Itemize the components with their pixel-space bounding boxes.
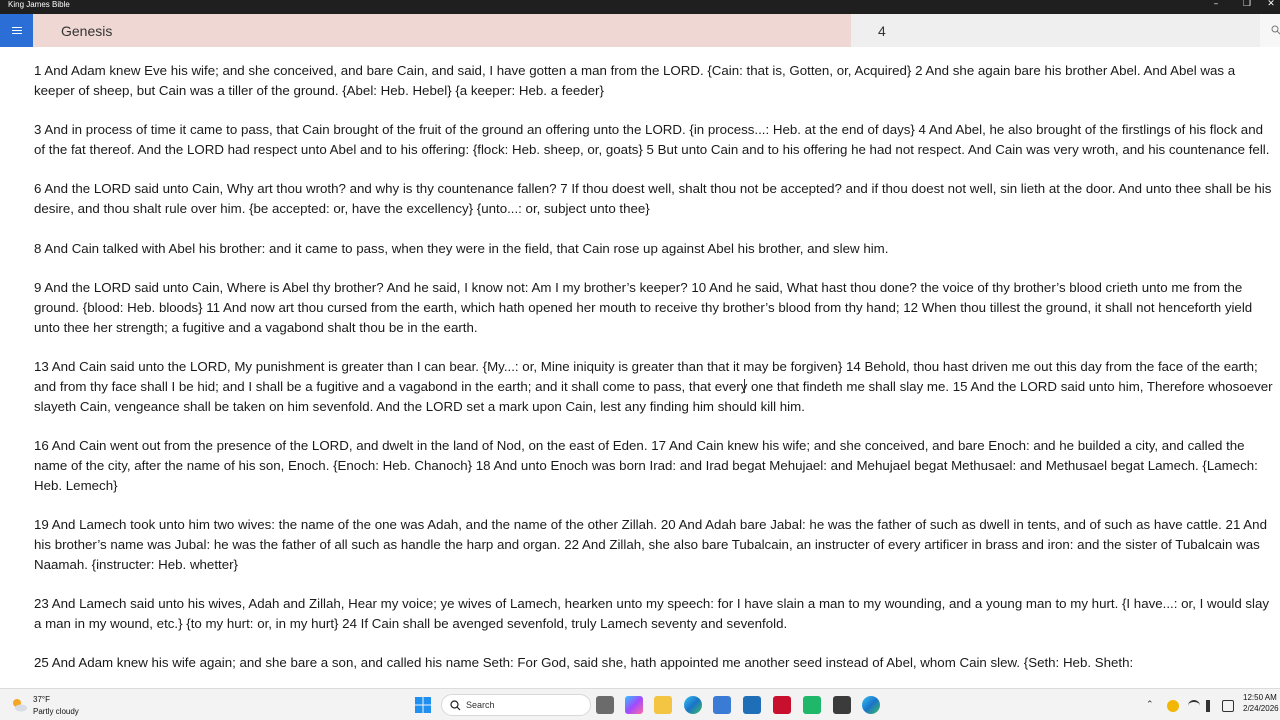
taskbar-search[interactable]: Search <box>441 694 591 716</box>
edge-browser-icon[interactable] <box>862 696 880 714</box>
mcafee-icon[interactable] <box>773 696 791 714</box>
copilot-icon[interactable] <box>625 696 643 714</box>
restore-button[interactable]: ❐ <box>1233 0 1261 10</box>
dell-app-icon[interactable] <box>743 696 761 714</box>
clock-time: 12:50 AM <box>1243 693 1277 702</box>
taskbar: 37°F Partly cloudy Search ⌃ 12:50 AM 2/2… <box>0 688 1280 720</box>
chapter-text[interactable]: 1 And Adam knew Eve his wife; and she co… <box>34 61 1274 688</box>
file-explorer-icon[interactable] <box>654 696 672 714</box>
verse-paragraph: 1 And Adam knew Eve his wife; and she co… <box>34 63 1236 98</box>
green-app-icon[interactable] <box>803 696 821 714</box>
microphone-icon[interactable] <box>1167 700 1179 712</box>
verse-paragraph: 25 And Adam knew his wife again; and she… <box>34 655 1134 671</box>
app-title: King James Bible <box>8 0 70 9</box>
close-button[interactable]: ✕ <box>1262 0 1280 10</box>
weather-temperature: 37°F <box>33 695 50 704</box>
weather-condition: Partly cloudy <box>33 707 79 716</box>
verse-paragraph: 8 And Cain talked with Abel his brother:… <box>34 240 889 256</box>
hamburger-menu-icon[interactable] <box>0 14 33 47</box>
book-name: Genesis <box>61 23 113 39</box>
battery-icon[interactable] <box>1222 700 1234 712</box>
chapter-selector[interactable]: 4 <box>851 14 1260 47</box>
start-button[interactable] <box>414 696 432 714</box>
verse-paragraph: 3 And in process of time it came to pass… <box>34 122 1270 157</box>
minimize-button[interactable]: – <box>1202 0 1230 10</box>
clock[interactable]: 12:50 AM 2/24/2026 <box>1243 693 1280 715</box>
verse-paragraph: 16 And Cain went out from the presence o… <box>34 437 1258 493</box>
clock-date: 2/24/2026 <box>1243 704 1279 713</box>
bible-app-icon[interactable] <box>833 696 851 714</box>
volume-icon[interactable] <box>1206 700 1218 712</box>
task-view-icon[interactable] <box>596 696 614 714</box>
search-icon <box>450 700 461 711</box>
verse-paragraph: 19 And Lamech took unto him two wives: t… <box>34 516 1267 572</box>
windows-start-icon <box>415 697 431 713</box>
search-placeholder: Search <box>466 700 495 710</box>
verse-paragraph: 6 And the LORD said unto Cain, Why art t… <box>34 181 1272 217</box>
chevron-up-icon[interactable]: ⌃ <box>1146 700 1158 712</box>
chapter-number: 4 <box>878 23 886 39</box>
edge-browser-icon[interactable] <box>684 696 702 714</box>
title-bar: King James Bible – ❐ ✕ <box>0 0 1280 14</box>
verse-paragraph: 23 And Lamech said unto his wives, Adah … <box>34 595 1270 631</box>
search-icon <box>1271 25 1280 35</box>
verse-paragraph: 9 And the LORD said unto Cain, Where is … <box>34 279 1253 335</box>
text-cursor-icon <box>744 379 747 393</box>
wifi-icon[interactable] <box>1188 700 1200 712</box>
search-button[interactable] <box>1260 14 1280 47</box>
microsoft-store-icon[interactable] <box>713 696 731 714</box>
partly-cloudy-icon <box>13 699 27 712</box>
book-selector[interactable]: Genesis <box>33 14 851 47</box>
weather-widget[interactable]: 37°F Partly cloudy <box>10 692 100 718</box>
verse-paragraph: 13 And Cain said unto the LORD, My punis… <box>34 358 1273 414</box>
